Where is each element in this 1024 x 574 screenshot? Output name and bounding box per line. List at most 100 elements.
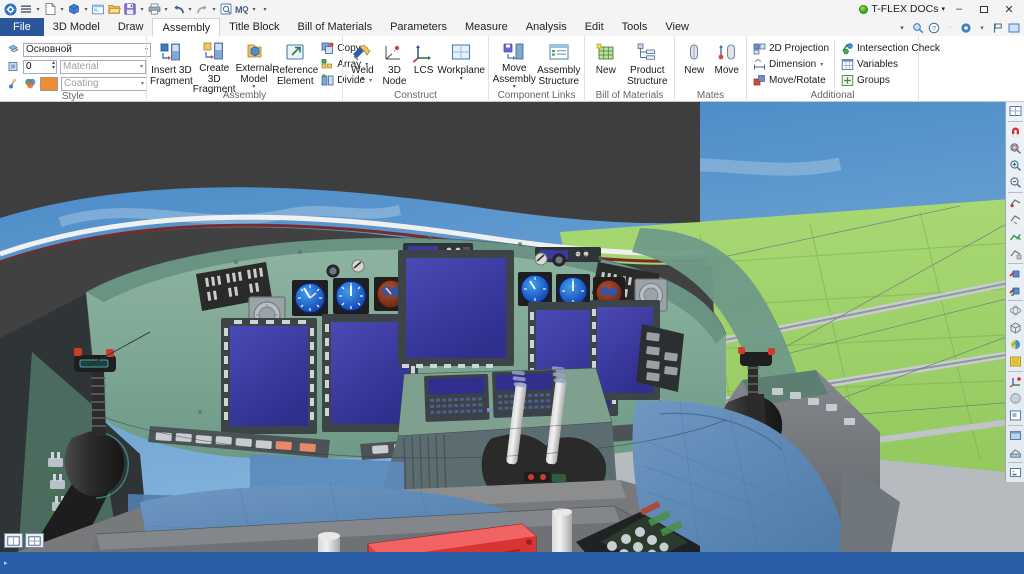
material-combo[interactable]: Material ▾ bbox=[60, 60, 146, 74]
close-button[interactable]: ✕ bbox=[998, 1, 1020, 17]
save-view-icon[interactable] bbox=[1007, 444, 1024, 461]
quick-access-toolbar: ▾ ▾ ▾ ▾ ▾ bbox=[0, 1, 272, 17]
t-flex-docs-menu[interactable]: T-FLEX DOCs ▾ bbox=[859, 3, 945, 15]
shaded-render-icon[interactable] bbox=[1007, 302, 1024, 319]
tab-measure[interactable]: Measure bbox=[456, 18, 517, 36]
product-structure-button[interactable]: Product Structure bbox=[624, 39, 671, 89]
pan-view-icon[interactable] bbox=[1007, 211, 1024, 228]
coating-color-swatch[interactable] bbox=[40, 77, 58, 91]
insert-3d-fragment-button[interactable]: Insert 3D Fragment bbox=[150, 39, 193, 89]
3d-node-button[interactable]: 3D Node bbox=[379, 39, 410, 89]
save-caret-icon[interactable]: ▾ bbox=[138, 1, 146, 17]
rotate-view-icon[interactable] bbox=[1007, 194, 1024, 211]
tab-title-block[interactable]: Title Block bbox=[220, 18, 288, 36]
new-document-icon[interactable] bbox=[42, 1, 58, 17]
environment-icon[interactable] bbox=[1007, 390, 1024, 407]
move-assembly-button[interactable]: Move Assembly ▾ bbox=[492, 39, 537, 89]
find-caret-icon[interactable]: ▾ bbox=[250, 1, 258, 17]
move-rotate-button[interactable]: Move/Rotate bbox=[750, 73, 831, 88]
dimension-button[interactable]: Dimension ▾ bbox=[750, 57, 831, 72]
walk-view-icon[interactable] bbox=[1007, 228, 1024, 245]
projection-mode-icon[interactable] bbox=[1007, 407, 1024, 424]
layer-combo[interactable]: Основной ▾ bbox=[23, 43, 151, 57]
new-3d-model-icon[interactable] bbox=[66, 1, 82, 17]
light-source-icon[interactable] bbox=[1007, 336, 1024, 353]
cockpit-3d-model[interactable] bbox=[0, 102, 1024, 552]
new-mate-button[interactable]: New bbox=[678, 39, 711, 89]
tab-assembly[interactable]: Assembly bbox=[152, 18, 220, 37]
tab-file[interactable]: File bbox=[0, 18, 44, 36]
create-3d-fragment-button[interactable]: Create 3D Fragment bbox=[193, 39, 236, 89]
fullscreen-icon[interactable] bbox=[1007, 20, 1021, 35]
view-layout-icon[interactable] bbox=[1007, 103, 1024, 120]
redo-caret-icon[interactable]: ▾ bbox=[210, 1, 218, 17]
3d-viewport[interactable] bbox=[0, 102, 1024, 552]
new-3d-model-caret-icon[interactable]: ▾ bbox=[82, 1, 90, 17]
preview-icon[interactable] bbox=[218, 1, 234, 17]
status-caret-icon[interactable]: ▸ bbox=[4, 559, 8, 567]
settings-caret-icon[interactable]: ▾ bbox=[975, 20, 989, 35]
zoom-in-icon[interactable] bbox=[1007, 157, 1024, 174]
redo-icon[interactable] bbox=[194, 1, 210, 17]
coating-palette-icon[interactable] bbox=[23, 77, 37, 91]
new-drawing-icon[interactable] bbox=[90, 1, 106, 17]
tab-parameters[interactable]: Parameters bbox=[381, 18, 456, 36]
assembly-structure-button[interactable]: Assembly Structure bbox=[537, 39, 582, 89]
help-icon[interactable]: ? bbox=[927, 20, 941, 35]
reference-element-button[interactable]: Reference Element bbox=[272, 39, 318, 89]
axis-triad-icon[interactable] bbox=[1007, 373, 1024, 390]
menu-icon[interactable] bbox=[18, 1, 34, 17]
customize-qat-icon[interactable]: ▾ bbox=[258, 1, 272, 17]
find-icon[interactable]: M bbox=[234, 1, 250, 17]
menu-caret-icon[interactable]: ▾ bbox=[34, 1, 42, 17]
help-caret-icon[interactable]: · bbox=[943, 20, 957, 35]
lcs-button[interactable]: LCS bbox=[410, 39, 437, 89]
maximize-button[interactable] bbox=[973, 1, 995, 17]
window-layout-icon[interactable] bbox=[1007, 427, 1024, 444]
tab-view[interactable]: View bbox=[656, 18, 698, 36]
open-icon[interactable] bbox=[106, 1, 122, 17]
print-icon[interactable] bbox=[146, 1, 162, 17]
split-view-button[interactable] bbox=[25, 533, 44, 548]
undo-caret-icon[interactable]: ▾ bbox=[186, 1, 194, 17]
settings-icon[interactable] bbox=[959, 20, 973, 35]
realistic-render-icon[interactable] bbox=[1007, 319, 1024, 336]
section-view-icon[interactable] bbox=[1007, 245, 1024, 262]
tab-draw[interactable]: Draw bbox=[109, 18, 153, 36]
material-level-spinner[interactable]: 0 ▴▾ bbox=[23, 60, 57, 74]
flag-icon[interactable] bbox=[991, 20, 1005, 35]
magnet-snap-icon[interactable] bbox=[1007, 123, 1024, 140]
chevron-down-icon[interactable]: ▾ bbox=[460, 77, 463, 82]
coating-combo[interactable]: Coating ▾ bbox=[61, 77, 147, 91]
spinner-arrows-icon[interactable]: ▴▾ bbox=[52, 61, 55, 71]
workplane-button[interactable]: Workplane ▾ bbox=[437, 39, 485, 89]
2d-projection-button[interactable]: 2D Projection bbox=[750, 41, 831, 56]
move-mate-button[interactable]: Move bbox=[711, 39, 744, 89]
app-logo-icon[interactable] bbox=[2, 1, 18, 17]
docs-caret-icon[interactable]: ▾ bbox=[941, 5, 945, 13]
print-caret-icon[interactable]: ▾ bbox=[162, 1, 170, 17]
tab-bill-of-materials[interactable]: Bill of Materials bbox=[289, 18, 382, 36]
zoom-out-icon[interactable] bbox=[1007, 174, 1024, 191]
weld-button[interactable]: Weld ▾ bbox=[346, 39, 379, 89]
zoom-window-icon[interactable] bbox=[1007, 140, 1024, 157]
tab-tools[interactable]: Tools bbox=[613, 18, 657, 36]
save-icon[interactable] bbox=[122, 1, 138, 17]
new-bom-button[interactable]: New bbox=[588, 39, 624, 89]
single-view-button[interactable] bbox=[4, 533, 23, 548]
undo-icon[interactable] bbox=[170, 1, 186, 17]
search-icon[interactable] bbox=[911, 20, 925, 35]
ribbon-options-icon[interactable]: ▾ bbox=[895, 20, 909, 35]
tab-3d-model[interactable]: 3D Model bbox=[44, 18, 109, 36]
minimize-button[interactable]: – bbox=[948, 1, 970, 17]
external-model-button[interactable]: External Model ▾ bbox=[236, 39, 273, 89]
restore-view-icon[interactable] bbox=[1007, 464, 1024, 481]
tab-edit[interactable]: Edit bbox=[576, 18, 613, 36]
clip-section-icon[interactable] bbox=[1007, 265, 1024, 282]
tab-analysis[interactable]: Analysis bbox=[517, 18, 576, 36]
wireframe-render-icon[interactable] bbox=[1007, 282, 1024, 299]
chevron-down-icon[interactable]: ▾ bbox=[820, 61, 823, 68]
chevron-down-icon[interactable]: ▾ bbox=[361, 77, 364, 82]
new-document-caret-icon[interactable]: ▾ bbox=[58, 1, 66, 17]
camera-icon[interactable] bbox=[1007, 353, 1024, 370]
